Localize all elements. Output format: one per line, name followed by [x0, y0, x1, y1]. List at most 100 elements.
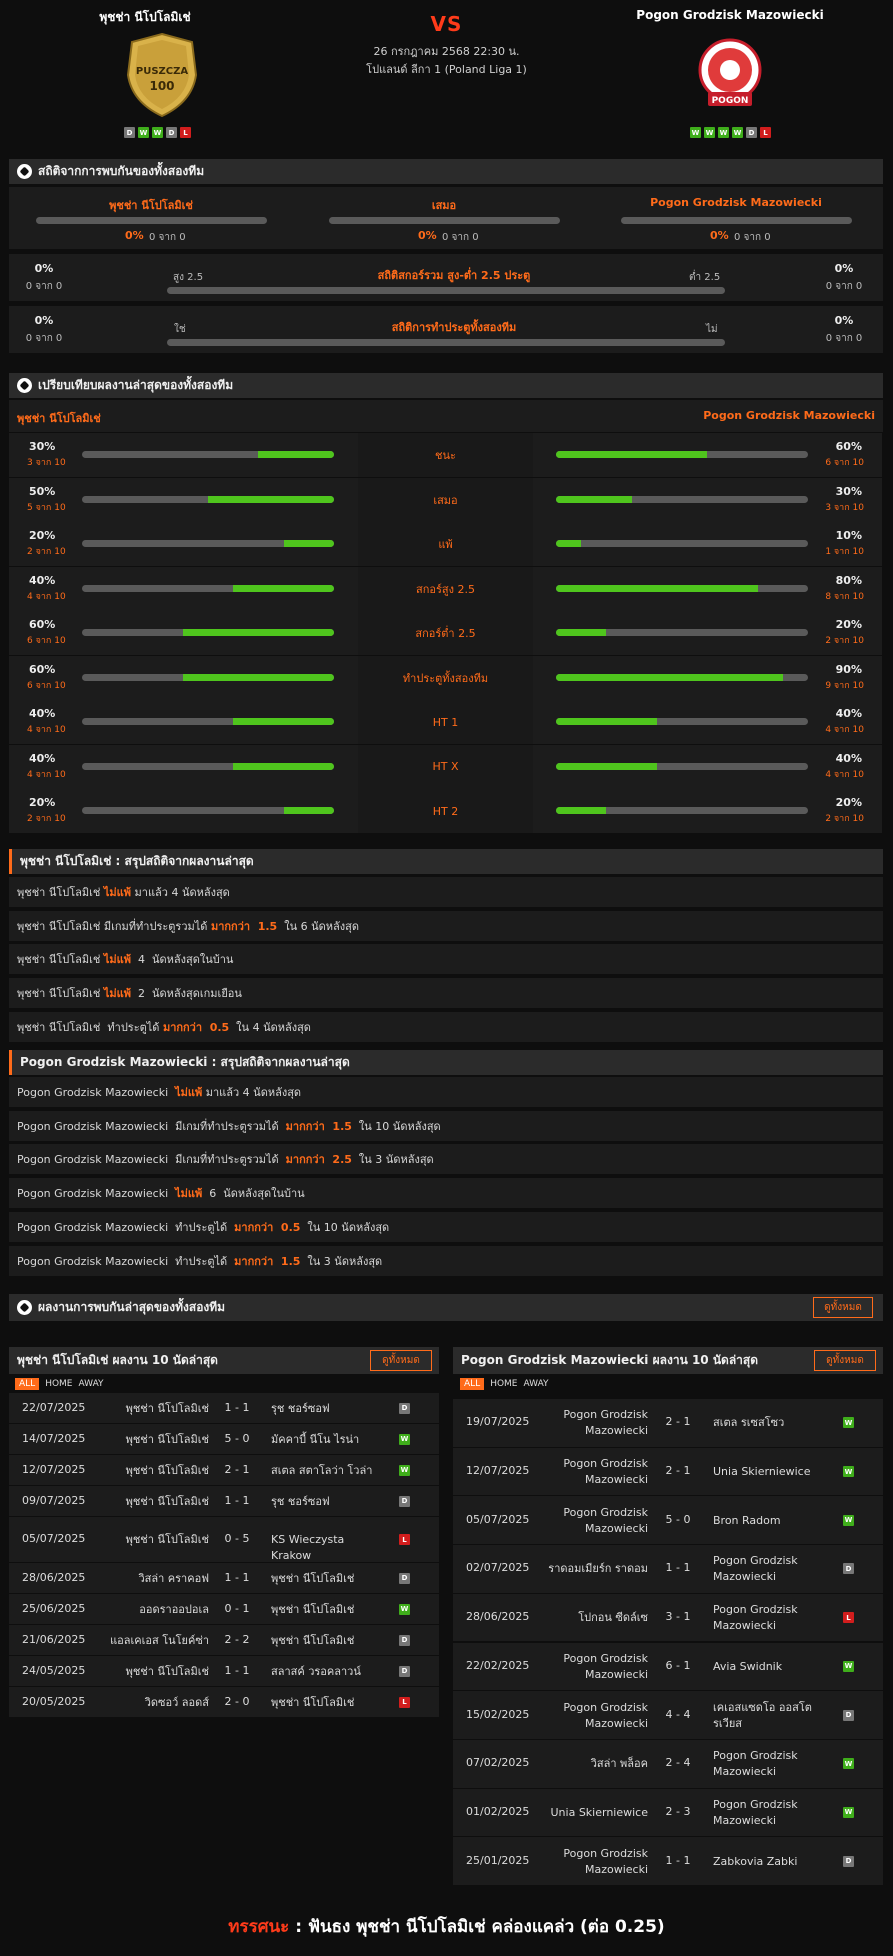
- match-league[interactable]: โปแลนด์ ลีกา 1 (Poland Liga 1): [0, 60, 893, 78]
- compare-away-pct: 20%: [835, 796, 862, 809]
- match-home-team[interactable]: พุชช่า นีโปโลมิเช่: [99, 1532, 209, 1548]
- match-home-team[interactable]: ราดอมเมียร์ก ราดอม: [538, 1561, 648, 1577]
- match-row[interactable]: 12/07/2025 Pogon Grodzisk Mazowiecki 2 - 1…: [453, 1446, 883, 1496]
- match-row[interactable]: 19/07/2025 Pogon Grodzisk Mazowiecki 2 - 1…: [453, 1398, 883, 1447]
- match-home-team[interactable]: ออดราออปอเล: [99, 1602, 209, 1618]
- compare-away-pct: 40%: [835, 707, 862, 720]
- compare-label: สกอร์ต่ำ 2.5: [358, 611, 533, 655]
- btts-title: สถิติการทำประตูทั้งสองทีม: [391, 321, 517, 334]
- match-home-team[interactable]: วิสล่า พล็อค: [538, 1756, 648, 1772]
- match-home-team[interactable]: Pogon Grodzisk Mazowiecki: [538, 1700, 648, 1732]
- match-away-team[interactable]: Pogon Grodzisk Mazowiecki: [713, 1797, 823, 1829]
- match-away-team[interactable]: พุชช่า นีโปโลมิเช่: [271, 1571, 381, 1587]
- match-away-team[interactable]: Pogon Grodzisk Mazowiecki: [713, 1553, 823, 1585]
- match-away-team[interactable]: มัคคาบี้ นีโน ไรน่า: [271, 1432, 381, 1448]
- match-away-team[interactable]: พุชช่า นีโปโลมิเช่: [271, 1695, 381, 1711]
- compare-home-bar: [82, 673, 334, 681]
- tab-away[interactable]: AWAY: [524, 1379, 549, 1389]
- match-away-team[interactable]: KS Wieczysta Krakow: [271, 1532, 381, 1564]
- view-all-home-button[interactable]: ดูทั้งหมด: [370, 1350, 432, 1371]
- match-away-team[interactable]: พุชช่า นีโปโลมิเช่: [271, 1633, 381, 1649]
- match-home-team[interactable]: พุชช่า นีโปโลมิเช่: [99, 1463, 209, 1479]
- match-home-team[interactable]: พุชช่า นีโปโลมิเช่: [99, 1401, 209, 1417]
- match-home-team[interactable]: Pogon Grodzisk Mazowiecki: [538, 1846, 648, 1878]
- match-home-team[interactable]: วิสล่า คราคอฟ: [99, 1571, 209, 1587]
- match-result-badge: L: [399, 1534, 410, 1545]
- match-row[interactable]: 05/07/2025 Pogon Grodzisk Mazowiecki 5 - 0…: [453, 1495, 883, 1545]
- match-away-team[interactable]: พุชช่า นีโปโลมิเช่: [271, 1602, 381, 1618]
- match-home-team[interactable]: Pogon Grodzisk Mazowiecki: [538, 1651, 648, 1683]
- match-row[interactable]: 28/06/2025 วิสล่า คราคอฟ 1 - 1 พุชช่า นีโปโ…: [9, 1562, 439, 1593]
- match-row[interactable]: 25/06/2025 ออดราออปอเล 0 - 1 พุชช่า นีโปโลม…: [9, 1593, 439, 1624]
- view-all-h2h-button[interactable]: ดูทั้งหมด: [813, 1297, 873, 1318]
- match-home-team[interactable]: Pogon Grodzisk Mazowiecki: [538, 1407, 648, 1439]
- match-row[interactable]: 22/07/2025 พุชช่า นีโปโลมิเช่ 1 - 1 รุช ชอร…: [9, 1392, 439, 1423]
- match-away-team[interactable]: Pogon Grodzisk Mazowiecki: [713, 1602, 823, 1634]
- match-row[interactable]: 15/02/2025 Pogon Grodzisk Mazowiecki 4 - 4…: [453, 1690, 883, 1739]
- match-home-team[interactable]: พุชช่า นีโปโลมิเช่: [99, 1494, 209, 1510]
- compare-away-pct: 90%: [835, 662, 862, 676]
- compare-home-pct: 30%: [29, 440, 56, 453]
- match-home-team[interactable]: วิดซอว์ ลอดส์: [99, 1695, 209, 1711]
- compare-away-side: 20% 2 จาก 10: [533, 789, 882, 833]
- note-text: พุชช่า นีโปโลมิเช่: [17, 886, 104, 899]
- match-home-team[interactable]: แอลเคเอส โนโยค์ซ่า: [99, 1633, 209, 1649]
- match-date: 19/07/2025: [466, 1415, 530, 1429]
- match-row[interactable]: 22/02/2025 Pogon Grodzisk Mazowiecki 6 - 1…: [453, 1641, 883, 1691]
- match-home-team[interactable]: พุชช่า นีโปโลมิเช่: [99, 1664, 209, 1680]
- match-home-team[interactable]: Pogon Grodzisk Mazowiecki: [538, 1456, 648, 1488]
- match-away-team[interactable]: เคเอสแซดโอ ออสโตรเวียส: [713, 1700, 823, 1732]
- tab-all[interactable]: ALL: [15, 1378, 40, 1390]
- match-row[interactable]: 07/02/2025 วิสล่า พล็อค 2 - 4 Pogon Grodzis…: [453, 1738, 883, 1788]
- match-away-team[interactable]: Zabkovia Zabki: [713, 1854, 823, 1870]
- match-score: 2 - 4: [665, 1756, 691, 1770]
- match-row[interactable]: 20/05/2025 วิดซอว์ ลอดส์ 2 - 0 พุชช่า นีโปโ…: [9, 1686, 439, 1717]
- compare-away-of: 4 จาก 10: [825, 725, 864, 735]
- match-home-team[interactable]: โปกอน ซีดล์เซ: [538, 1610, 648, 1626]
- compare-row: 20% 2 จาก 10 แพ้ 10% 1 จาก 10: [9, 522, 883, 566]
- match-away-team[interactable]: สลาสค์ วรอคลาวน์: [271, 1664, 381, 1680]
- match-row[interactable]: 25/01/2025 Pogon Grodzisk Mazowiecki 1 - 1…: [453, 1836, 883, 1885]
- tab-home[interactable]: HOME: [490, 1379, 517, 1389]
- match-away-team[interactable]: Pogon Grodzisk Mazowiecki: [713, 1748, 823, 1780]
- match-away-team[interactable]: Avia Swidnik: [713, 1659, 823, 1675]
- match-away-team[interactable]: Bron Radom: [713, 1513, 823, 1529]
- match-score: 2 - 3: [665, 1804, 691, 1818]
- view-all-away-button[interactable]: ดูทั้งหมด: [814, 1350, 876, 1371]
- note-text: ใน 4 นัดหลังสุด: [229, 1020, 311, 1034]
- compare-home-side: 30% 3 จาก 10: [9, 433, 358, 477]
- match-away-team[interactable]: Unia Skierniewice: [713, 1464, 823, 1480]
- match-row[interactable]: 05/07/2025 พุชช่า นีโปโลมิเช่ 0 - 5 KS Wiec…: [9, 1516, 439, 1562]
- match-away-team[interactable]: สเตล สตาโลว่า โวล่า: [271, 1463, 381, 1479]
- verdict: ทรรศนะ : ฟันธง พุชช่า นีโปโลมิเช่ คล่องแ…: [0, 1913, 893, 1940]
- football-icon: [17, 378, 32, 393]
- h2h-col-name[interactable]: Pogon Grodzisk Mazowiecki: [601, 196, 871, 209]
- match-row[interactable]: 14/07/2025 พุชช่า นีโปโลมิเช่ 5 - 0 มัคคาบี…: [9, 1423, 439, 1454]
- match-row[interactable]: 01/02/2025 Unia Skierniewice 2 - 3 Pogon Gr…: [453, 1787, 883, 1837]
- h2h-col-name[interactable]: พุชช่า นีโปโลมิเช่: [16, 196, 286, 214]
- match-result-badge: W: [843, 1660, 854, 1672]
- match-row[interactable]: 28/06/2025 โปกอน ซีดล์เซ 3 - 1 Pogon Grodzi…: [453, 1592, 883, 1642]
- match-home-team[interactable]: Unia Skierniewice: [538, 1805, 649, 1821]
- match-home-team[interactable]: Pogon Grodzisk Mazowiecki: [538, 1505, 648, 1537]
- match-home-team[interactable]: พุชช่า นีโปโลมิเช่: [99, 1432, 209, 1448]
- match-row[interactable]: 12/07/2025 พุชช่า นีโปโลมิเช่ 2 - 1 สเตล สต…: [9, 1454, 439, 1485]
- ou-right-of: 0 จาก 0: [825, 281, 863, 292]
- match-away-team[interactable]: สเตล รเซสโซว: [713, 1415, 823, 1431]
- tab-home[interactable]: HOME: [45, 1379, 72, 1389]
- match-away-team[interactable]: รุช ชอร์ซอฟ: [271, 1401, 381, 1417]
- compare-team-row: พุชช่า นีโปโลมิเช่ Pogon Grodzisk Mazowi…: [9, 400, 883, 432]
- match-result-badge: D: [843, 1563, 854, 1575]
- match-away-team[interactable]: รุช ชอร์ซอฟ: [271, 1494, 381, 1510]
- compare-away-side: 20% 2 จาก 10: [533, 611, 882, 655]
- match-score: 0 - 1: [224, 1601, 250, 1615]
- compare-away-pct: 30%: [835, 484, 862, 498]
- match-row[interactable]: 21/06/2025 แอลเคเอส โนโยค์ซ่า 2 - 2 พุชช่า …: [9, 1624, 439, 1655]
- match-row[interactable]: 24/05/2025 พุชช่า นีโปโลมิเช่ 1 - 1 สลาสค์ …: [9, 1655, 439, 1686]
- tab-all[interactable]: ALL: [460, 1378, 485, 1390]
- compare-home-bar: [82, 584, 334, 592]
- match-row[interactable]: 02/07/2025 ราดอมเมียร์ก ราดอม 1 - 1 Pogon G…: [453, 1544, 883, 1593]
- summary-note: Pogon Grodzisk Mazowiecki มีเกมที่ทำประต…: [9, 1144, 883, 1175]
- tab-away[interactable]: AWAY: [79, 1379, 104, 1389]
- match-row[interactable]: 09/07/2025 พุชช่า นีโปโลมิเช่ 1 - 1 รุช ชอร…: [9, 1485, 439, 1516]
